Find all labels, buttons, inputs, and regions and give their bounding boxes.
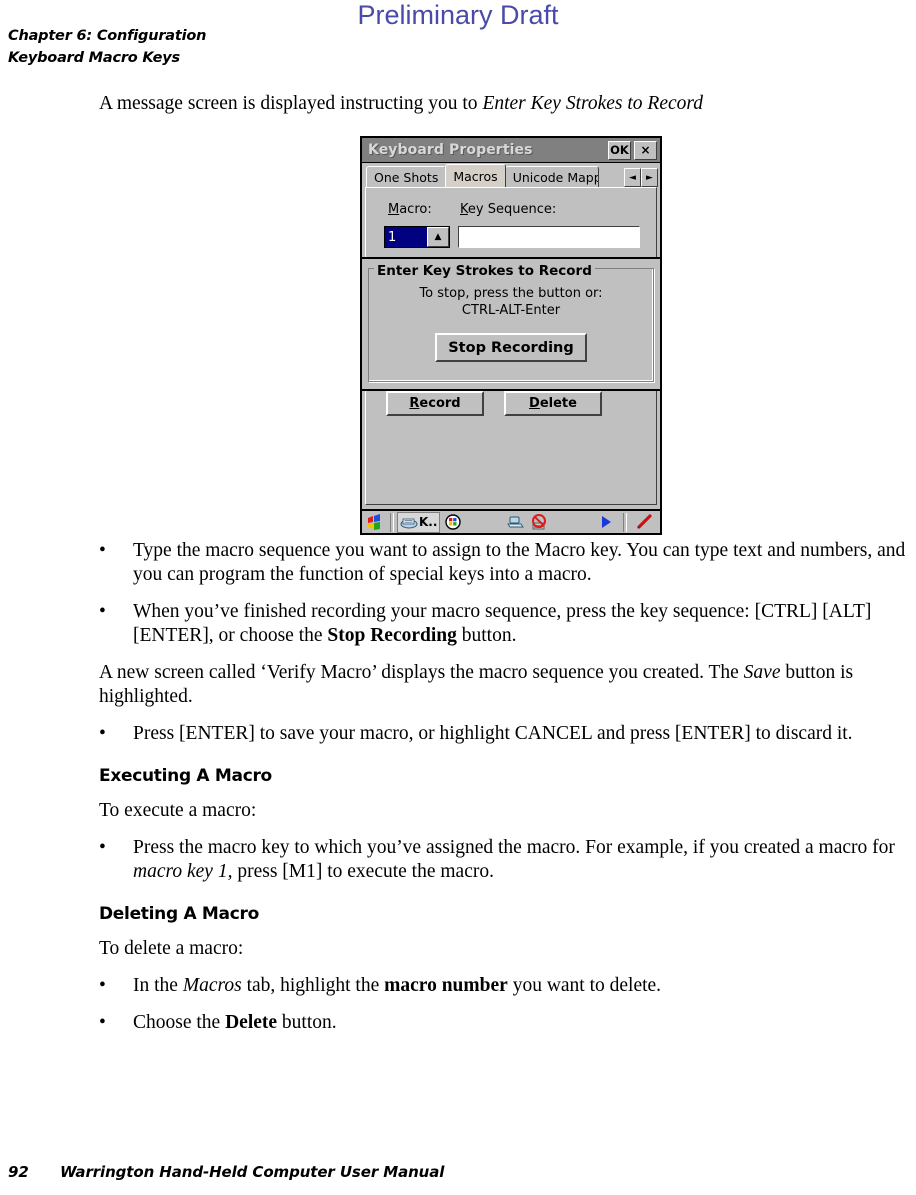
bullet-6-part-a: Choose the	[133, 1012, 226, 1033]
verify-macro-paragraph: A new screen called ‘Verify Macro’ displ…	[99, 661, 916, 709]
bullet-5-italic: Macros	[182, 975, 242, 996]
dialog-title: Keyboard Properties	[368, 142, 533, 158]
start-button[interactable]	[362, 511, 387, 533]
network-disabled-icon	[532, 513, 547, 529]
footer-manual-title: Warrington Hand-Held Computer User Manua…	[60, 1163, 445, 1181]
intro-lead: A message screen is displayed instructin…	[99, 93, 483, 114]
color-palette-icon	[445, 514, 462, 530]
keyboard-icon	[400, 518, 418, 529]
intro-paragraph: A message screen is displayed instructin…	[99, 92, 916, 116]
bullet-5-bold: macro number	[384, 975, 508, 996]
bullet-5-part-b: tab, highlight the	[241, 975, 385, 996]
desktop-status-icon-wrap[interactable]	[506, 511, 527, 533]
taskbar-divider-2	[623, 512, 628, 532]
tab-macros[interactable]: Macros	[445, 164, 506, 187]
keyseq-label-rest: ey Sequence:	[467, 202, 557, 217]
bullet-marker: •	[99, 975, 106, 996]
record-accel: R	[409, 396, 420, 411]
bullet-item: • Press the macro key to which you’ve as…	[99, 836, 916, 884]
macro-number-spinner[interactable]: 1 ▲	[384, 226, 450, 248]
bullet-marker: •	[99, 1012, 106, 1033]
bullet-2-bold: Stop Recording	[327, 625, 457, 646]
stop-recording-button[interactable]: Stop Recording	[435, 333, 587, 362]
bullet-marker: •	[99, 540, 106, 561]
heading-executing-a-macro: Executing A Macro	[99, 766, 272, 786]
spinner-up-icon[interactable]: ▲	[427, 227, 449, 247]
red-pen-icon	[637, 514, 652, 529]
para2-part-a: A new screen called ‘Verify Macro’ displ…	[99, 662, 744, 683]
bullet-5-text: In the Macros tab, highlight the macro n…	[133, 974, 916, 998]
desktop-pc-icon	[507, 516, 525, 527]
chevron-right-icon[interactable]: ►	[641, 168, 658, 187]
heading-deleting-a-macro: Deleting A Macro	[99, 904, 259, 924]
section-header: Keyboard Macro Keys	[8, 50, 180, 66]
bullet-marker: •	[99, 601, 106, 622]
bullet-item: • Type the macro sequence you want to as…	[99, 539, 916, 587]
macro-label-rest: acro:	[399, 202, 432, 217]
key-sequence-input[interactable]	[458, 226, 640, 248]
macro-field-label: Macro:	[388, 202, 432, 217]
bullet-5-part-a: In the	[133, 975, 183, 996]
blue-right-arrow-icon	[602, 516, 612, 528]
para2-italic: Save	[743, 662, 781, 683]
bullet-2-text: When you’ve finished recording your macr…	[133, 600, 916, 648]
footer-page-number: 92	[8, 1163, 29, 1181]
bullet-marker: •	[99, 723, 106, 744]
record-button[interactable]: Record	[386, 391, 484, 416]
exec-lead-paragraph: To execute a macro:	[99, 800, 257, 821]
bullet-6-part-b: button.	[277, 1012, 337, 1033]
stylus-button[interactable]	[630, 511, 660, 533]
device-taskbar: K..	[362, 509, 660, 533]
key-sequence-field-label: Key Sequence:	[460, 202, 556, 217]
bullet-1-text: Type the macro sequence you want to assi…	[133, 540, 906, 585]
keyboard-task-label: K..	[419, 515, 438, 529]
bullet-6-text: Choose the Delete button.	[133, 1011, 916, 1035]
bullet-5-part-c: you want to delete.	[507, 975, 662, 996]
intro-italic: Enter Key Strokes to Record	[482, 93, 704, 114]
dialog-titlebar: Keyboard Properties OK ×	[362, 138, 660, 163]
close-icon[interactable]: ×	[634, 140, 657, 160]
bullet-3-text: Press [ENTER] to save your macro, or hig…	[133, 723, 853, 744]
ok-button[interactable]: OK	[608, 140, 631, 160]
bullet-marker: •	[99, 837, 106, 858]
color-palette-button[interactable]	[440, 511, 466, 533]
device-screenshot: Keyboard Properties OK × One Shots Macro…	[360, 136, 662, 535]
keyboard-task-button[interactable]: K..	[397, 511, 441, 533]
chevron-left-icon[interactable]: ◄	[624, 168, 641, 187]
bullet-4-text: Press the macro key to which you’ve assi…	[133, 836, 916, 884]
modal-message-line-1: To stop, press the button or:	[419, 286, 603, 301]
delete-accel: D	[529, 396, 540, 411]
keyseq-label-accel: K	[460, 202, 468, 217]
bullet-4-part-b: press [M1] to execute the macro.	[232, 861, 494, 882]
modal-message-line-2: CTRL-ALT-Enter	[461, 303, 561, 318]
tab-one-shots[interactable]: One Shots	[366, 166, 447, 187]
blue-arrow-button[interactable]	[592, 511, 620, 533]
delete-lead-paragraph: To delete a macro:	[99, 938, 244, 959]
bullet-item: • When you’ve finished recording your ma…	[99, 600, 916, 648]
delete-button[interactable]: Delete	[504, 391, 602, 416]
bullet-item: • Press [ENTER] to save your macro, or h…	[99, 722, 916, 746]
taskbar-divider	[390, 512, 394, 532]
delete-rest: elete	[539, 396, 577, 411]
macro-number-value[interactable]: 1	[385, 227, 427, 247]
bullet-6-bold: Delete	[225, 1012, 278, 1033]
record-rest: ecord	[419, 396, 461, 411]
windows-start-icon	[368, 513, 380, 530]
bullet-item: • Choose the Delete button.	[99, 1011, 916, 1035]
bullet-item: • In the Macros tab, highlight the macro…	[99, 974, 916, 998]
tab-strip: One Shots Macros Unicode Mapp ◄ ►	[362, 163, 660, 187]
macro-label-accel: M	[388, 202, 400, 217]
bullet-2-part-b: button.	[456, 625, 517, 646]
preliminary-draft-watermark: Preliminary Draft	[357, 0, 559, 30]
tab-scroll-arrows: ◄ ►	[624, 168, 660, 187]
modal-group-title: Enter Key Strokes to Record	[374, 263, 595, 279]
chapter-header: Chapter 6: Configuration	[8, 28, 207, 44]
network-status-icon-wrap[interactable]	[527, 511, 552, 533]
tab-unicode-mapping[interactable]: Unicode Mapp	[504, 166, 599, 187]
bullet-4-italic: macro key 1,	[133, 861, 233, 882]
bullet-4-part-a: Press the macro key to which you’ve assi…	[133, 837, 895, 858]
enter-key-strokes-modal: Enter Key Strokes to Record To stop, pre…	[360, 257, 662, 391]
modal-message: To stop, press the button or: CTRL-ALT-E…	[362, 285, 660, 319]
